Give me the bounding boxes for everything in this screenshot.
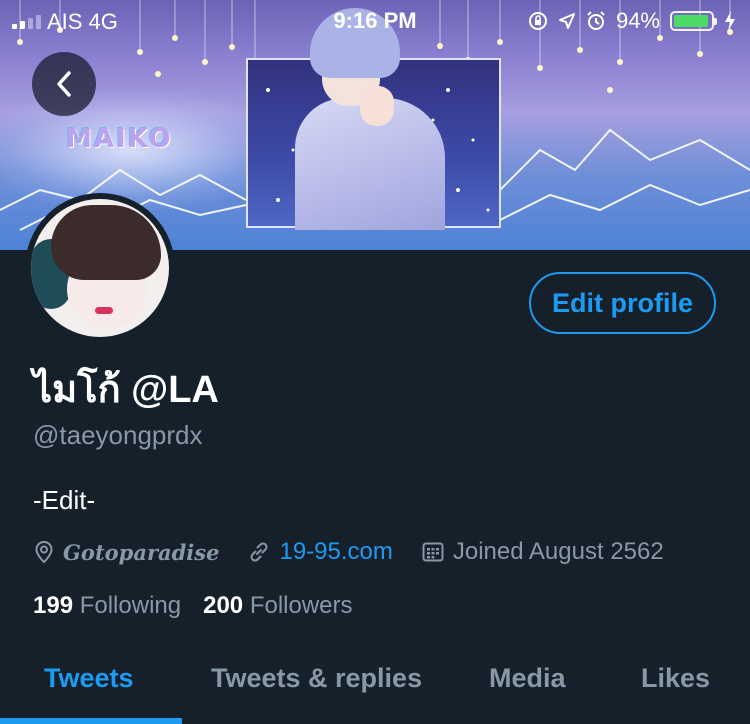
- back-button[interactable]: [32, 52, 96, 116]
- status-right: 94%: [528, 8, 736, 34]
- following-count: 199: [33, 592, 74, 619]
- tab-likes[interactable]: Likes: [641, 663, 710, 694]
- battery-level-fill: [674, 15, 708, 27]
- location-item: Gotoparadise: [33, 540, 219, 565]
- link-icon: [250, 542, 268, 562]
- website-item[interactable]: 19-95.com: [247, 538, 393, 566]
- location-arrow-icon: [558, 13, 575, 29]
- location-text: Gotoparadise: [63, 539, 220, 565]
- active-tab-indicator: [0, 718, 182, 724]
- profile-meta-row: Gotoparadise 19-95.com Joined August 256…: [33, 536, 692, 568]
- battery-icon: [670, 11, 717, 31]
- edit-profile-button[interactable]: Edit profile: [529, 272, 716, 334]
- tab-media[interactable]: Media: [489, 663, 566, 694]
- followers-count: 200: [203, 592, 244, 619]
- tab-tweets[interactable]: Tweets: [44, 663, 134, 694]
- charging-bolt-icon: [725, 11, 735, 31]
- following-link[interactable]: 199 Following: [33, 592, 181, 620]
- calendar-icon: [422, 542, 444, 562]
- followers-label: Followers: [249, 592, 353, 619]
- user-handle: @taeyongprdx: [33, 420, 203, 450]
- status-bar: AIS 4G 9:16 PM 94%: [0, 0, 750, 40]
- banner-logo-text: MAIKO: [66, 124, 173, 154]
- banner-figure-hand: [360, 86, 394, 126]
- joined-date: Joined August 2562: [452, 538, 664, 565]
- website-link[interactable]: 19-95.com: [279, 538, 392, 566]
- tab-tweets-and-replies[interactable]: Tweets & replies: [211, 663, 422, 694]
- battery-percent: 94%: [615, 8, 660, 33]
- followers-link[interactable]: 200 Followers: [203, 592, 352, 620]
- joined-item: Joined August 2562: [421, 538, 664, 566]
- following-label: Following: [79, 592, 182, 619]
- avatar-hair: [51, 205, 161, 280]
- profile-tabs: Tweets Tweets & replies Media Likes: [0, 645, 750, 724]
- location-pin-icon: [35, 540, 53, 564]
- display-name: ไมโก้ @LA: [33, 369, 219, 411]
- orientation-lock-icon: [528, 12, 547, 30]
- profile-bio: -Edit-: [33, 485, 96, 515]
- avatar[interactable]: [25, 193, 175, 343]
- alarm-icon: [587, 11, 605, 30]
- follow-counts: 199 Following 200 Followers: [33, 592, 375, 620]
- avatar-lips: [95, 307, 113, 314]
- chevron-left-icon: [57, 71, 71, 97]
